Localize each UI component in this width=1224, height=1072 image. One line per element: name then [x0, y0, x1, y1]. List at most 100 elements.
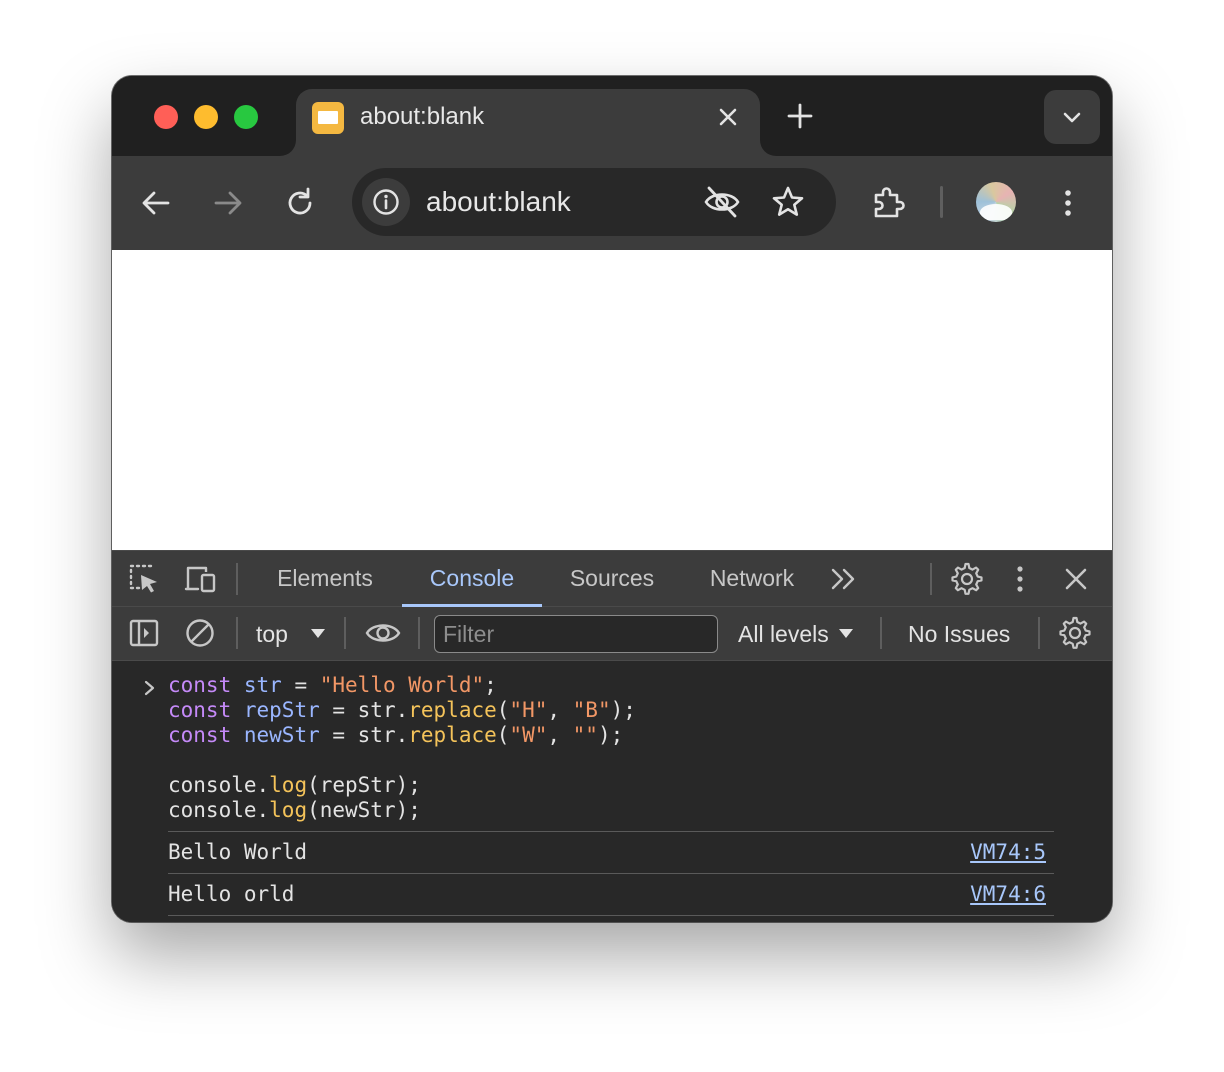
- tab-strip: about:blank: [112, 76, 1112, 156]
- devtools-close-icon[interactable]: [1060, 563, 1092, 600]
- browser-toolbar: about:blank: [112, 156, 1112, 250]
- devtools-settings-gear-icon[interactable]: [950, 562, 984, 601]
- inspect-element-icon[interactable]: [128, 563, 160, 600]
- log-row: Bello World VM74:5: [168, 831, 1054, 873]
- code-token: str: [243, 673, 282, 697]
- devtools-separator: [236, 563, 238, 595]
- devtools-panel: Elements Console Sources Network top Fil…: [112, 550, 1112, 922]
- code-token: ,: [547, 723, 573, 747]
- code-token: log: [269, 798, 308, 822]
- prompt-chevron-icon: [142, 679, 158, 702]
- devtools-separator: [930, 563, 932, 595]
- eye-off-icon[interactable]: [702, 184, 742, 225]
- minimize-window-button[interactable]: [194, 105, 218, 129]
- code-token: newStr: [243, 723, 320, 747]
- tab-network[interactable]: Network: [692, 551, 812, 606]
- code-token: ,: [547, 698, 573, 722]
- device-toolbar-icon[interactable]: [184, 563, 218, 600]
- code-token: console.: [168, 798, 270, 822]
- code-token: const: [168, 698, 232, 722]
- code-token: ;: [484, 673, 497, 697]
- code-token: console.: [168, 773, 270, 797]
- log-row: Hello orld VM74:6: [168, 873, 1054, 915]
- devtools-more-icon[interactable]: [1008, 562, 1032, 601]
- maximize-window-button[interactable]: [234, 105, 258, 129]
- more-tabs-chevron-icon[interactable]: [828, 565, 860, 598]
- tab-console[interactable]: Console: [402, 551, 542, 607]
- chevron-down-icon: [1063, 112, 1081, 123]
- code-token: repStr: [243, 698, 320, 722]
- toolbar-separator: [880, 617, 882, 649]
- console-output[interactable]: const str = "Hello World"; const repStr =…: [112, 661, 1112, 922]
- log-source-link[interactable]: VM74:5: [970, 840, 1046, 865]
- sidebar-toggle-icon[interactable]: [128, 617, 160, 654]
- code-line: console.log(repStr);: [168, 773, 636, 798]
- context-label: top: [256, 621, 288, 647]
- code-token: (repStr);: [307, 773, 421, 797]
- code-token: (: [496, 698, 510, 722]
- forward-arrow-icon[interactable]: [208, 183, 248, 223]
- toolbar-separator: [344, 617, 346, 649]
- log-message: Hello orld: [168, 882, 295, 906]
- code-token: const: [168, 723, 232, 747]
- log-source-link[interactable]: VM74:6: [970, 882, 1046, 907]
- clear-console-icon[interactable]: [184, 617, 216, 654]
- new-tab-plus-icon[interactable]: [784, 100, 816, 132]
- bookmark-star-icon[interactable]: [770, 184, 806, 225]
- back-arrow-icon[interactable]: [136, 183, 176, 223]
- tab-about-blank[interactable]: about:blank: [296, 89, 760, 156]
- code-line: console.log(newStr);: [168, 798, 636, 823]
- devtools-tab-bar: Elements Console Sources Network: [112, 551, 1112, 607]
- code-token: =: [281, 673, 320, 697]
- tab-title: about:blank: [360, 103, 485, 130]
- log-levels-dropdown[interactable]: All levels: [738, 617, 855, 651]
- code-token: );: [610, 698, 636, 722]
- tab-sources[interactable]: Sources: [552, 551, 672, 606]
- more-menu-icon[interactable]: [1048, 183, 1088, 223]
- code-token: "H": [509, 698, 548, 722]
- toolbar-separator: [236, 617, 238, 649]
- reload-icon[interactable]: [280, 183, 320, 223]
- log-end-divider: [168, 915, 1054, 916]
- close-window-button[interactable]: [154, 105, 178, 129]
- code-line: const str = "Hello World";: [168, 673, 636, 698]
- page-viewport[interactable]: [112, 250, 1112, 550]
- log-message: Bello World: [168, 840, 308, 864]
- code-token: (: [496, 723, 510, 747]
- dropdown-triangle-icon: [839, 629, 854, 638]
- site-info-icon[interactable]: [362, 178, 410, 226]
- code-token: "W": [509, 723, 548, 747]
- code-token: = str.: [319, 698, 409, 722]
- tab-close-icon[interactable]: [714, 103, 742, 131]
- page-favicon-icon: [312, 102, 344, 134]
- code-line: ​: [168, 748, 636, 773]
- code-token: "": [572, 723, 598, 747]
- live-expression-eye-icon[interactable]: [364, 615, 402, 656]
- code-token: "Hello World": [319, 673, 485, 697]
- code-token: "B": [572, 698, 611, 722]
- filter-box: [434, 615, 718, 653]
- console-settings-gear-icon[interactable]: [1058, 616, 1092, 655]
- console-input-code[interactable]: const str = "Hello World"; const repStr =…: [168, 673, 636, 823]
- code-token: log: [269, 773, 308, 797]
- code-token: const: [168, 673, 232, 697]
- address-bar[interactable]: about:blank: [352, 168, 836, 236]
- code-line: const repStr = str.replace("H", "B");: [168, 698, 636, 723]
- context-selector[interactable]: top: [256, 617, 328, 651]
- filter-input[interactable]: [443, 618, 709, 650]
- code-line: const newStr = str.replace("W", "");: [168, 723, 636, 748]
- tab-elements[interactable]: Elements: [260, 551, 390, 606]
- url-text[interactable]: about:blank: [426, 186, 571, 218]
- code-token: (newStr);: [307, 798, 421, 822]
- browser-window: about:blank about:blank Elements Console…: [112, 76, 1112, 922]
- tab-search-button[interactable]: [1044, 90, 1100, 144]
- extensions-puzzle-icon[interactable]: [868, 183, 908, 223]
- console-toolbar: top All levels No Issues: [112, 607, 1112, 661]
- code-token: );: [597, 723, 624, 747]
- issues-button[interactable]: No Issues: [908, 617, 1010, 651]
- profile-avatar[interactable]: [976, 182, 1016, 222]
- toolbar-separator: [418, 617, 420, 649]
